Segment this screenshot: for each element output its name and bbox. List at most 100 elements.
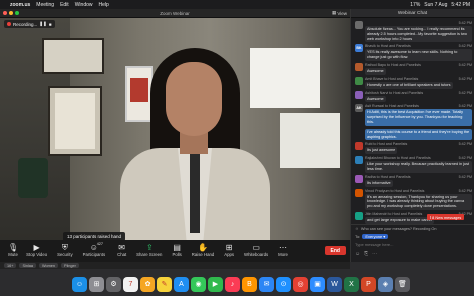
music-icon[interactable]: ♪ bbox=[225, 276, 240, 292]
message-text: YES its really awesome to learn new skil… bbox=[365, 49, 472, 61]
chat-message[interactable]: BK Bhavik to Host and Panelists 5:42 PM YES… bbox=[355, 44, 472, 61]
photos-icon[interactable]: ✿ bbox=[140, 276, 155, 292]
avatar bbox=[355, 21, 363, 29]
powerpoint-icon[interactable]: P bbox=[361, 276, 376, 292]
chat-message[interactable]: I've already told this course to a frien… bbox=[355, 128, 472, 141]
chat-input[interactable]: Type message here... bbox=[355, 242, 470, 247]
close-window-icon[interactable] bbox=[3, 11, 7, 15]
mail-icon[interactable]: ✉ bbox=[259, 276, 274, 292]
control-polls[interactable]: ▤ Polls bbox=[172, 243, 181, 257]
wall-certificate bbox=[48, 86, 102, 156]
messages-icon[interactable]: ◉ bbox=[191, 276, 206, 292]
preview-icon[interactable]: ◈ bbox=[378, 276, 393, 292]
stop-icon[interactable]: ■ bbox=[49, 22, 52, 27]
window-title: Zoom Webinar bbox=[160, 10, 190, 16]
clock[interactable]: 5:42 PM bbox=[451, 2, 470, 8]
message-text: It's an amazing session, Thankyou for sh… bbox=[365, 193, 472, 210]
minimize-window-icon[interactable] bbox=[9, 11, 13, 15]
notes-icon[interactable]: ✎ bbox=[157, 276, 172, 292]
chat-message[interactable]: AK Asit Runwal to Host and Panelists 5:42 … bbox=[355, 104, 472, 126]
emoji-icon[interactable]: ☺ bbox=[355, 251, 360, 257]
view-button[interactable]: ▦ View bbox=[332, 10, 347, 16]
chrome-icon[interactable]: ◎ bbox=[293, 276, 308, 292]
menu-edit[interactable]: Edit bbox=[60, 2, 69, 8]
control-security[interactable]: ⛨ Security bbox=[57, 243, 73, 257]
window-titlebar: Zoom Webinar ▦ View bbox=[0, 9, 350, 18]
chat-message[interactable]: Ashitosh Narvi to Host and Panelists 5:42… bbox=[355, 90, 472, 103]
control-more[interactable]: ⋯ More bbox=[278, 243, 288, 257]
trash-icon[interactable]: 🗑 bbox=[395, 276, 410, 292]
share-screen-icon: ⇪ bbox=[145, 243, 153, 252]
message-text: Awesome bbox=[365, 95, 386, 103]
chat-message[interactable]: 5:42 PM Absolute fizeas... You are rockin… bbox=[355, 21, 472, 43]
pause-icon[interactable]: ❚❚ bbox=[39, 21, 47, 27]
control-raise-hand[interactable]: ✋ Raise Hand bbox=[192, 243, 214, 257]
appstore-icon[interactable]: A bbox=[174, 276, 189, 292]
view-label: View bbox=[337, 10, 347, 16]
menu-window[interactable]: Window bbox=[75, 2, 93, 8]
facetime-icon[interactable]: ▶ bbox=[208, 276, 223, 292]
chat-message[interactable]: Rubi to Host and Panelists 5:42 PM Its jus… bbox=[355, 142, 472, 155]
participant-count: 427 bbox=[96, 242, 104, 246]
books-icon[interactable]: B bbox=[242, 276, 257, 292]
taskbar-item[interactable]: Sinlaa bbox=[19, 263, 37, 268]
menu-meeting[interactable]: Meeting bbox=[36, 2, 54, 8]
more-icon[interactable]: ⋯ bbox=[372, 251, 377, 257]
chat-message[interactable]: Rajlakshmi Bhuvan to Host and Panelists 5… bbox=[355, 156, 472, 173]
control-label: Share Screen bbox=[136, 252, 163, 257]
taskbar-item[interactable]: Plinger bbox=[61, 263, 79, 268]
recording-indicator[interactable]: Recording... ❚❚ ■ bbox=[4, 20, 55, 28]
message-sender: Vinod Pradyum to Host and Panelists bbox=[365, 188, 425, 193]
control-mute[interactable]: 🎙 Mute bbox=[8, 243, 18, 257]
avatar bbox=[355, 76, 363, 85]
date-label[interactable]: Sun 7 Aug bbox=[424, 2, 447, 8]
settings-icon[interactable]: ⚙ bbox=[106, 276, 121, 292]
attachment-icon[interactable]: ⎘ bbox=[364, 251, 368, 257]
control-apps[interactable]: ⊞ Apps bbox=[224, 243, 234, 257]
taskbar-item[interactable]: 16+ bbox=[4, 263, 17, 268]
message-time: 5:42 PM bbox=[458, 156, 472, 161]
taskbar-item[interactable]: Women bbox=[39, 263, 59, 268]
new-messages-button[interactable]: Ⅰ 8 New messages bbox=[427, 214, 465, 220]
chat-message[interactable]: Vinod Pradyum to Host and Panelists 5:42 … bbox=[355, 188, 472, 210]
end-button[interactable]: End bbox=[324, 246, 346, 255]
meeting-controls: 🎙 Mute ▶ Stop Video ⛨ Security ☺ 427 Participant… bbox=[0, 240, 350, 262]
chat-message[interactable]: Amit Bhave to Host and Panelists 5:42 PM H… bbox=[355, 76, 472, 89]
zoom-icon[interactable]: ▣ bbox=[310, 276, 325, 292]
people-icon: ☺ bbox=[355, 227, 359, 231]
screen: zoom.us Meeting Edit Window Help 17% Sun… bbox=[0, 0, 474, 296]
to-label: To: bbox=[355, 234, 361, 239]
control-share-screen[interactable]: ⇪ Share Screen bbox=[136, 243, 162, 257]
control-label: Raise Hand bbox=[191, 252, 215, 257]
chat-messages[interactable]: 5:42 PM Absolute fizeas... You are rockin… bbox=[351, 19, 474, 224]
raised-hand-toast[interactable]: 13 participants raised hand bbox=[63, 232, 126, 240]
calendar-icon[interactable]: 7 bbox=[123, 276, 138, 292]
safari-icon[interactable]: ⊙ bbox=[276, 276, 291, 292]
control-chat[interactable]: ✉ Chat bbox=[117, 243, 126, 257]
shield-icon: ⛨ bbox=[61, 243, 68, 252]
word-icon[interactable]: W bbox=[327, 276, 342, 292]
chat-message[interactable]: Rathod Bapu to Host and Panelists 5:42 PM… bbox=[355, 62, 472, 75]
control-label: Stop Video bbox=[26, 252, 48, 257]
message-sender: Asit Runwal to Host and Panelists bbox=[365, 104, 419, 109]
control-label: Security bbox=[57, 252, 73, 257]
chat-footer: ☺ Who can see your messages? Recording O… bbox=[351, 224, 474, 262]
plant-pot bbox=[18, 158, 48, 198]
launchpad-icon[interactable]: ⊞ bbox=[89, 276, 104, 292]
avatar bbox=[355, 174, 363, 183]
menu-help[interactable]: Help bbox=[99, 2, 109, 8]
chat-message[interactable]: Radha to Host and Panelists 5:42 PM Its in… bbox=[355, 174, 472, 187]
zoom-window-icon[interactable] bbox=[15, 11, 19, 15]
chat-panel: Webinar Chat 5:42 PM Absolute fizeas... Y… bbox=[350, 9, 474, 262]
recipient-select[interactable]: Everyone ▾ bbox=[362, 234, 389, 239]
control-stop-video[interactable]: ▶ Stop Video bbox=[26, 243, 47, 257]
control-participants[interactable]: ☺ 427 Participants bbox=[83, 242, 105, 257]
battery-status[interactable]: 17% bbox=[410, 2, 420, 8]
message-text: Its informative bbox=[365, 179, 393, 187]
excel-icon[interactable]: X bbox=[344, 276, 359, 292]
message-text: I've already told this course to a frien… bbox=[365, 128, 472, 141]
finder-icon[interactable]: ☺ bbox=[72, 276, 87, 292]
app-menu[interactable]: zoom.us bbox=[10, 2, 30, 8]
control-whiteboards[interactable]: ▭ Whiteboards bbox=[244, 243, 268, 257]
who-can-see[interactable]: ☺ Who can see your messages? Recording O… bbox=[355, 227, 470, 231]
